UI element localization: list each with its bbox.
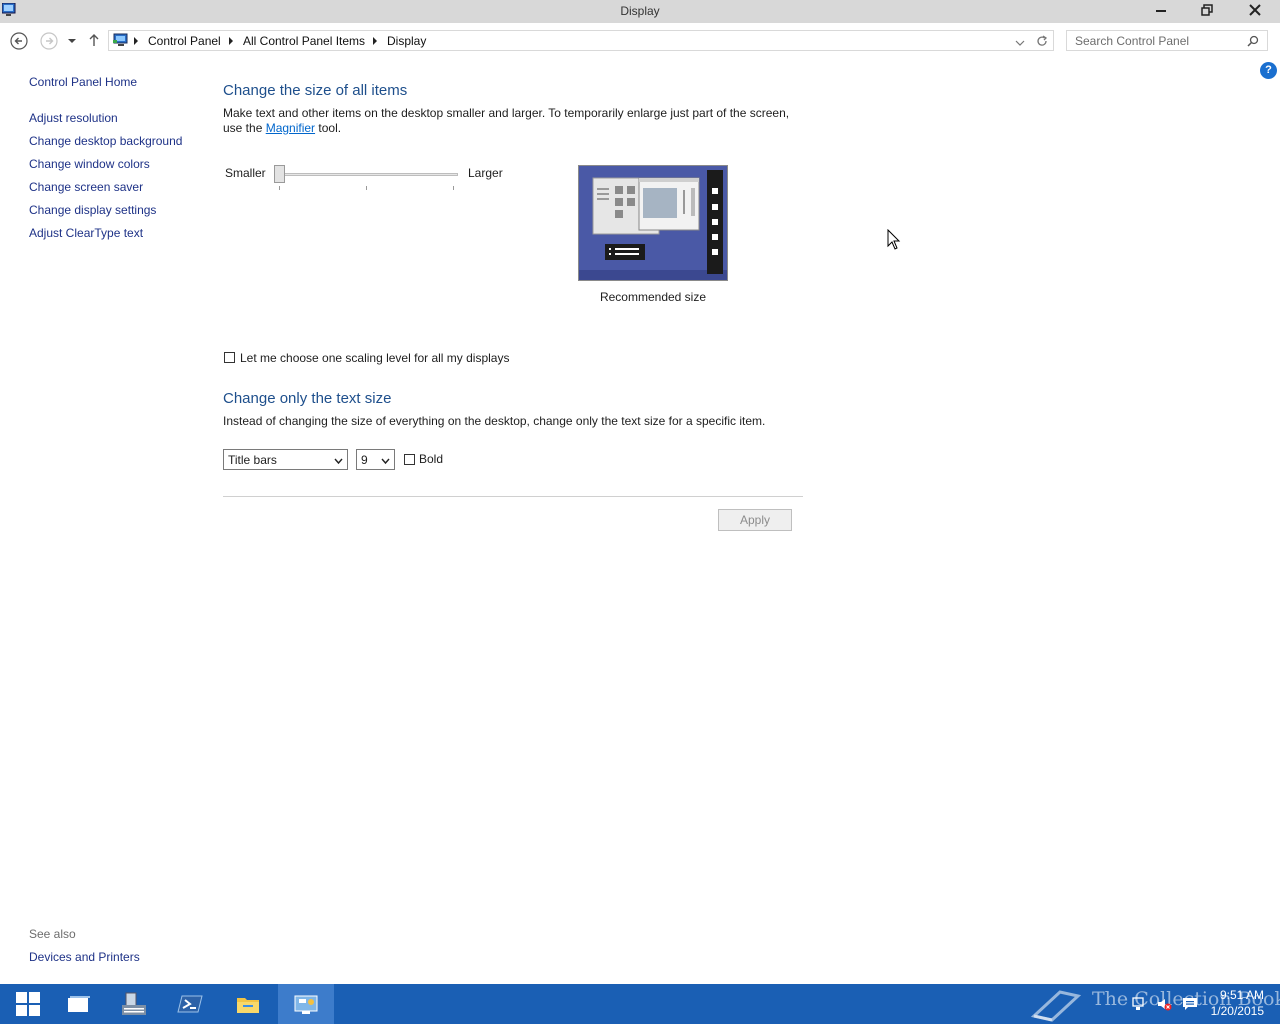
size-section-description-line2: use the Magnifier tool.	[223, 121, 341, 135]
chevron-down-icon	[381, 455, 390, 469]
search-icon[interactable]	[1247, 35, 1259, 50]
breadcrumb-display[interactable]: Display	[387, 34, 426, 48]
breadcrumb-separator-icon[interactable]	[134, 37, 138, 45]
text-size-select[interactable]: 9	[356, 449, 395, 470]
see-also-heading: See also	[29, 927, 76, 941]
scaling-level-checkbox[interactable]	[224, 352, 235, 363]
server-manager-button[interactable]	[106, 984, 162, 1024]
control-panel-icon	[294, 995, 318, 1014]
search-input[interactable]: Search Control Panel	[1066, 30, 1268, 51]
scaling-level-label: Let me choose one scaling level for all …	[240, 351, 510, 365]
apply-button[interactable]: Apply	[718, 509, 792, 531]
task-view-icon	[68, 996, 90, 1012]
larger-label: Larger	[468, 166, 503, 180]
clock-date: 1/20/2015	[1210, 1004, 1264, 1018]
change-display-settings-link[interactable]: Change display settings	[29, 203, 156, 217]
text-size-value: 9	[361, 453, 368, 467]
clock-time: 9:51 AM	[1219, 988, 1264, 1002]
task-view-button[interactable]	[50, 984, 106, 1024]
magnifier-link[interactable]: Magnifier	[266, 121, 315, 135]
powershell-button[interactable]	[162, 984, 218, 1024]
close-button[interactable]	[1230, 0, 1280, 20]
forward-button[interactable]	[39, 31, 59, 51]
action-center-icon[interactable]	[1182, 996, 1198, 1015]
network-icon[interactable]	[1131, 996, 1147, 1015]
volume-muted-icon[interactable]	[1156, 996, 1172, 1015]
address-bar[interactable]: Control Panel All Control Panel Items Di…	[108, 30, 1054, 51]
powershell-icon	[177, 995, 203, 1013]
adjust-resolution-link[interactable]: Adjust resolution	[29, 111, 118, 125]
control-panel-home-link[interactable]: Control Panel Home	[29, 75, 137, 89]
breadcrumb-separator-icon[interactable]	[229, 37, 233, 45]
breadcrumb-separator-icon[interactable]	[373, 37, 377, 45]
up-arrow-icon[interactable]	[86, 32, 102, 48]
size-description-prefix: use the	[223, 121, 266, 135]
change-screen-saver-link[interactable]: Change screen saver	[29, 180, 143, 194]
address-history-chevron-icon[interactable]	[1015, 36, 1025, 50]
refresh-icon[interactable]	[1035, 34, 1049, 51]
size-section-heading: Change the size of all items	[223, 82, 408, 99]
title-bar: Display	[0, 0, 1280, 23]
size-description-suffix: tool.	[315, 121, 342, 135]
window-title: Display	[620, 4, 660, 18]
back-button[interactable]	[9, 31, 29, 51]
section-divider	[223, 496, 803, 497]
desktop-preview-icon	[579, 166, 727, 280]
file-explorer-button[interactable]	[220, 984, 276, 1024]
search-placeholder: Search Control Panel	[1075, 34, 1190, 48]
change-window-colors-link[interactable]: Change window colors	[29, 157, 150, 171]
text-item-value: Title bars	[228, 453, 277, 467]
navigation-bar: Control Panel All Control Panel Items Di…	[0, 23, 1280, 59]
control-panel-icon	[113, 33, 129, 51]
help-icon[interactable]: ?	[1260, 62, 1277, 79]
text-size-heading: Change only the text size	[223, 390, 392, 407]
minimize-button[interactable]	[1138, 0, 1184, 20]
system-clock[interactable]: 9:51 AM 1/20/2015	[1211, 987, 1264, 1019]
size-slider-track[interactable]	[279, 173, 458, 176]
windows-logo-icon	[16, 992, 40, 1016]
text-size-description: Instead of changing the size of everythi…	[223, 414, 766, 428]
recent-locations-dropdown[interactable]	[66, 35, 78, 47]
slider-tick	[279, 186, 280, 190]
breadcrumb-all-items[interactable]: All Control Panel Items	[243, 34, 365, 48]
restore-button[interactable]	[1184, 0, 1230, 20]
book-watermark-icon	[1030, 990, 1082, 1022]
size-section-description: Make text and other items on the desktop…	[223, 106, 789, 120]
bold-checkbox[interactable]	[404, 454, 415, 465]
change-desktop-background-link[interactable]: Change desktop background	[29, 134, 182, 148]
start-button[interactable]	[0, 984, 56, 1024]
preview-caption: Recommended size	[599, 290, 707, 304]
breadcrumb-control-panel[interactable]: Control Panel	[148, 34, 221, 48]
devices-and-printers-link[interactable]: Devices and Printers	[29, 950, 140, 964]
slider-tick	[366, 186, 367, 190]
adjust-cleartype-text-link[interactable]: Adjust ClearType text	[29, 226, 143, 240]
chevron-down-icon	[334, 455, 343, 469]
smaller-label: Smaller	[225, 166, 266, 180]
taskbar: The Collection Book 9:51 AM 1/20/2015	[0, 984, 1280, 1024]
size-slider-thumb[interactable]	[274, 165, 285, 183]
server-manager-icon	[122, 992, 146, 1015]
slider-tick	[453, 186, 454, 190]
size-description-line1: Make text and other items on the desktop…	[223, 106, 790, 120]
bold-label: Bold	[419, 452, 444, 466]
control-panel-taskbar-button[interactable]	[278, 984, 334, 1024]
folder-icon	[237, 998, 259, 1013]
text-item-select[interactable]: Title bars	[223, 449, 348, 470]
mouse-cursor-icon	[887, 229, 901, 250]
size-preview-image	[578, 165, 728, 281]
